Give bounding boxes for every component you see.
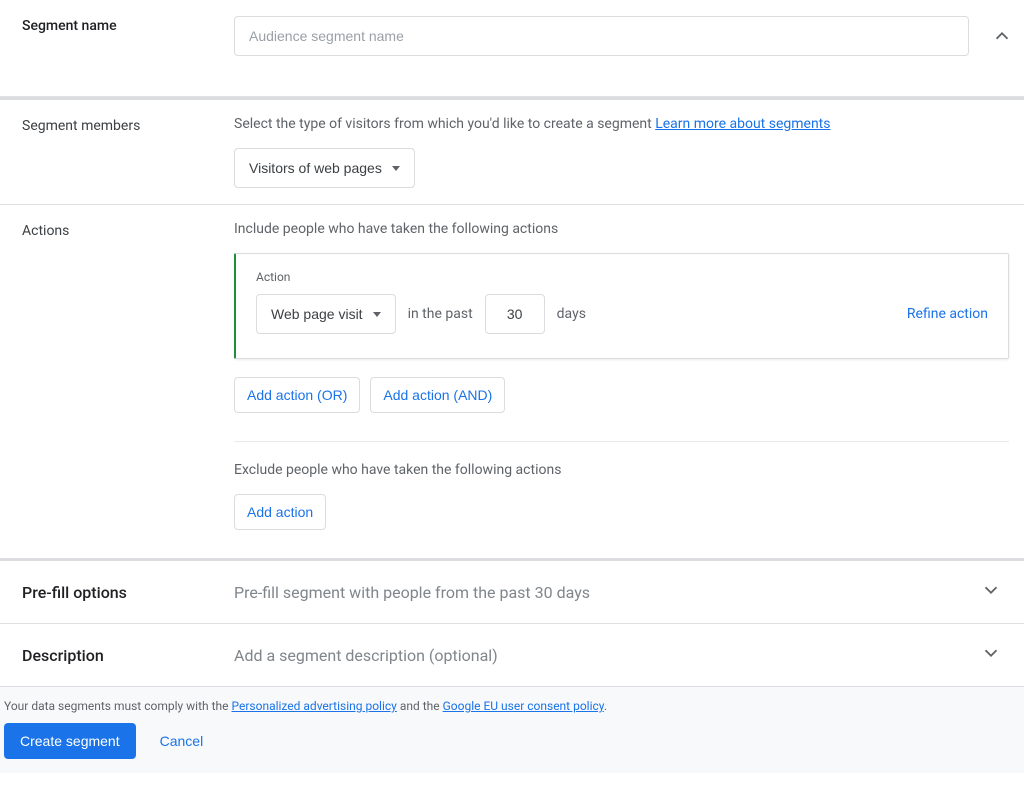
- caret-down-icon: [373, 312, 381, 317]
- segment-members-content: Select the type of visitors from which y…: [234, 116, 1002, 188]
- segment-members-section: Segment members Select the type of visit…: [0, 97, 1024, 205]
- chevron-down-icon: [980, 642, 1002, 664]
- prefill-label: Pre-fill options: [22, 583, 234, 602]
- action-row: Web page visit in the past days Refine a…: [256, 294, 988, 334]
- collapse-up-button[interactable]: [987, 21, 1017, 51]
- description-label: Description: [22, 646, 234, 665]
- add-action-and-button[interactable]: Add action (AND): [370, 377, 505, 413]
- add-action-or-button[interactable]: Add action (OR): [234, 377, 360, 413]
- visitor-type-dropdown[interactable]: Visitors of web pages: [234, 148, 415, 188]
- description-row[interactable]: Description Add a segment description (o…: [0, 623, 1024, 686]
- exclude-helper: Exclude people who have taken the follow…: [234, 462, 1009, 478]
- learn-more-link[interactable]: Learn more about segments: [655, 116, 830, 132]
- segment-name-input[interactable]: [234, 16, 969, 56]
- segment-name-section: Segment name: [0, 0, 1024, 97]
- eu-consent-policy-link[interactable]: Google EU user consent policy: [443, 699, 604, 713]
- chevron-down-icon: [980, 579, 1002, 601]
- visitor-type-dropdown-label: Visitors of web pages: [249, 160, 382, 176]
- actions-label: Actions: [22, 221, 234, 530]
- comply-pre: Your data segments must comply with the: [4, 699, 231, 713]
- description-chevron: [980, 642, 1002, 668]
- include-helper: Include people who have taken the follow…: [234, 221, 1009, 237]
- comply-end: .: [604, 699, 607, 713]
- days-label: days: [557, 306, 586, 322]
- actions-section: Actions Include people who have taken th…: [0, 205, 1024, 558]
- in-past-text: in the past: [408, 306, 473, 322]
- prefill-chevron: [980, 579, 1002, 605]
- caret-down-icon: [392, 166, 400, 171]
- segment-members-helper: Select the type of visitors from which y…: [234, 116, 1002, 132]
- action-type-dropdown[interactable]: Web page visit: [256, 294, 396, 334]
- action-card-label: Action: [256, 270, 988, 284]
- personalized-policy-link[interactable]: Personalized advertising policy: [231, 699, 396, 713]
- comply-mid: and the: [397, 699, 443, 713]
- segment-members-label: Segment members: [22, 116, 234, 188]
- add-action-btn-row: Add action (OR) Add action (AND): [234, 377, 1009, 413]
- prefill-summary: Pre-fill segment with people from the pa…: [234, 583, 980, 602]
- footer: Your data segments must comply with the …: [0, 686, 1024, 773]
- prefill-row[interactable]: Pre-fill options Pre-fill segment with p…: [0, 558, 1024, 623]
- footer-buttons: Create segment Cancel: [0, 723, 1024, 759]
- actions-divider: [234, 441, 1009, 442]
- chevron-up-icon: [991, 25, 1013, 47]
- days-input[interactable]: [485, 294, 545, 334]
- description-summary: Add a segment description (optional): [234, 646, 980, 665]
- add-exclude-action-button[interactable]: Add action: [234, 494, 326, 530]
- create-segment-button[interactable]: Create segment: [4, 723, 136, 759]
- cancel-button[interactable]: Cancel: [160, 733, 204, 749]
- action-card: Action Web page visit in the past days R…: [234, 253, 1009, 359]
- actions-content: Include people who have taken the follow…: [234, 221, 1009, 530]
- action-type-dropdown-label: Web page visit: [271, 306, 363, 322]
- segment-name-label: Segment name: [22, 16, 234, 56]
- segment-name-content: [234, 16, 1017, 56]
- refine-action-link[interactable]: Refine action: [907, 306, 988, 322]
- comply-text: Your data segments must comply with the …: [0, 699, 1024, 723]
- segment-members-helper-text: Select the type of visitors from which y…: [234, 116, 655, 132]
